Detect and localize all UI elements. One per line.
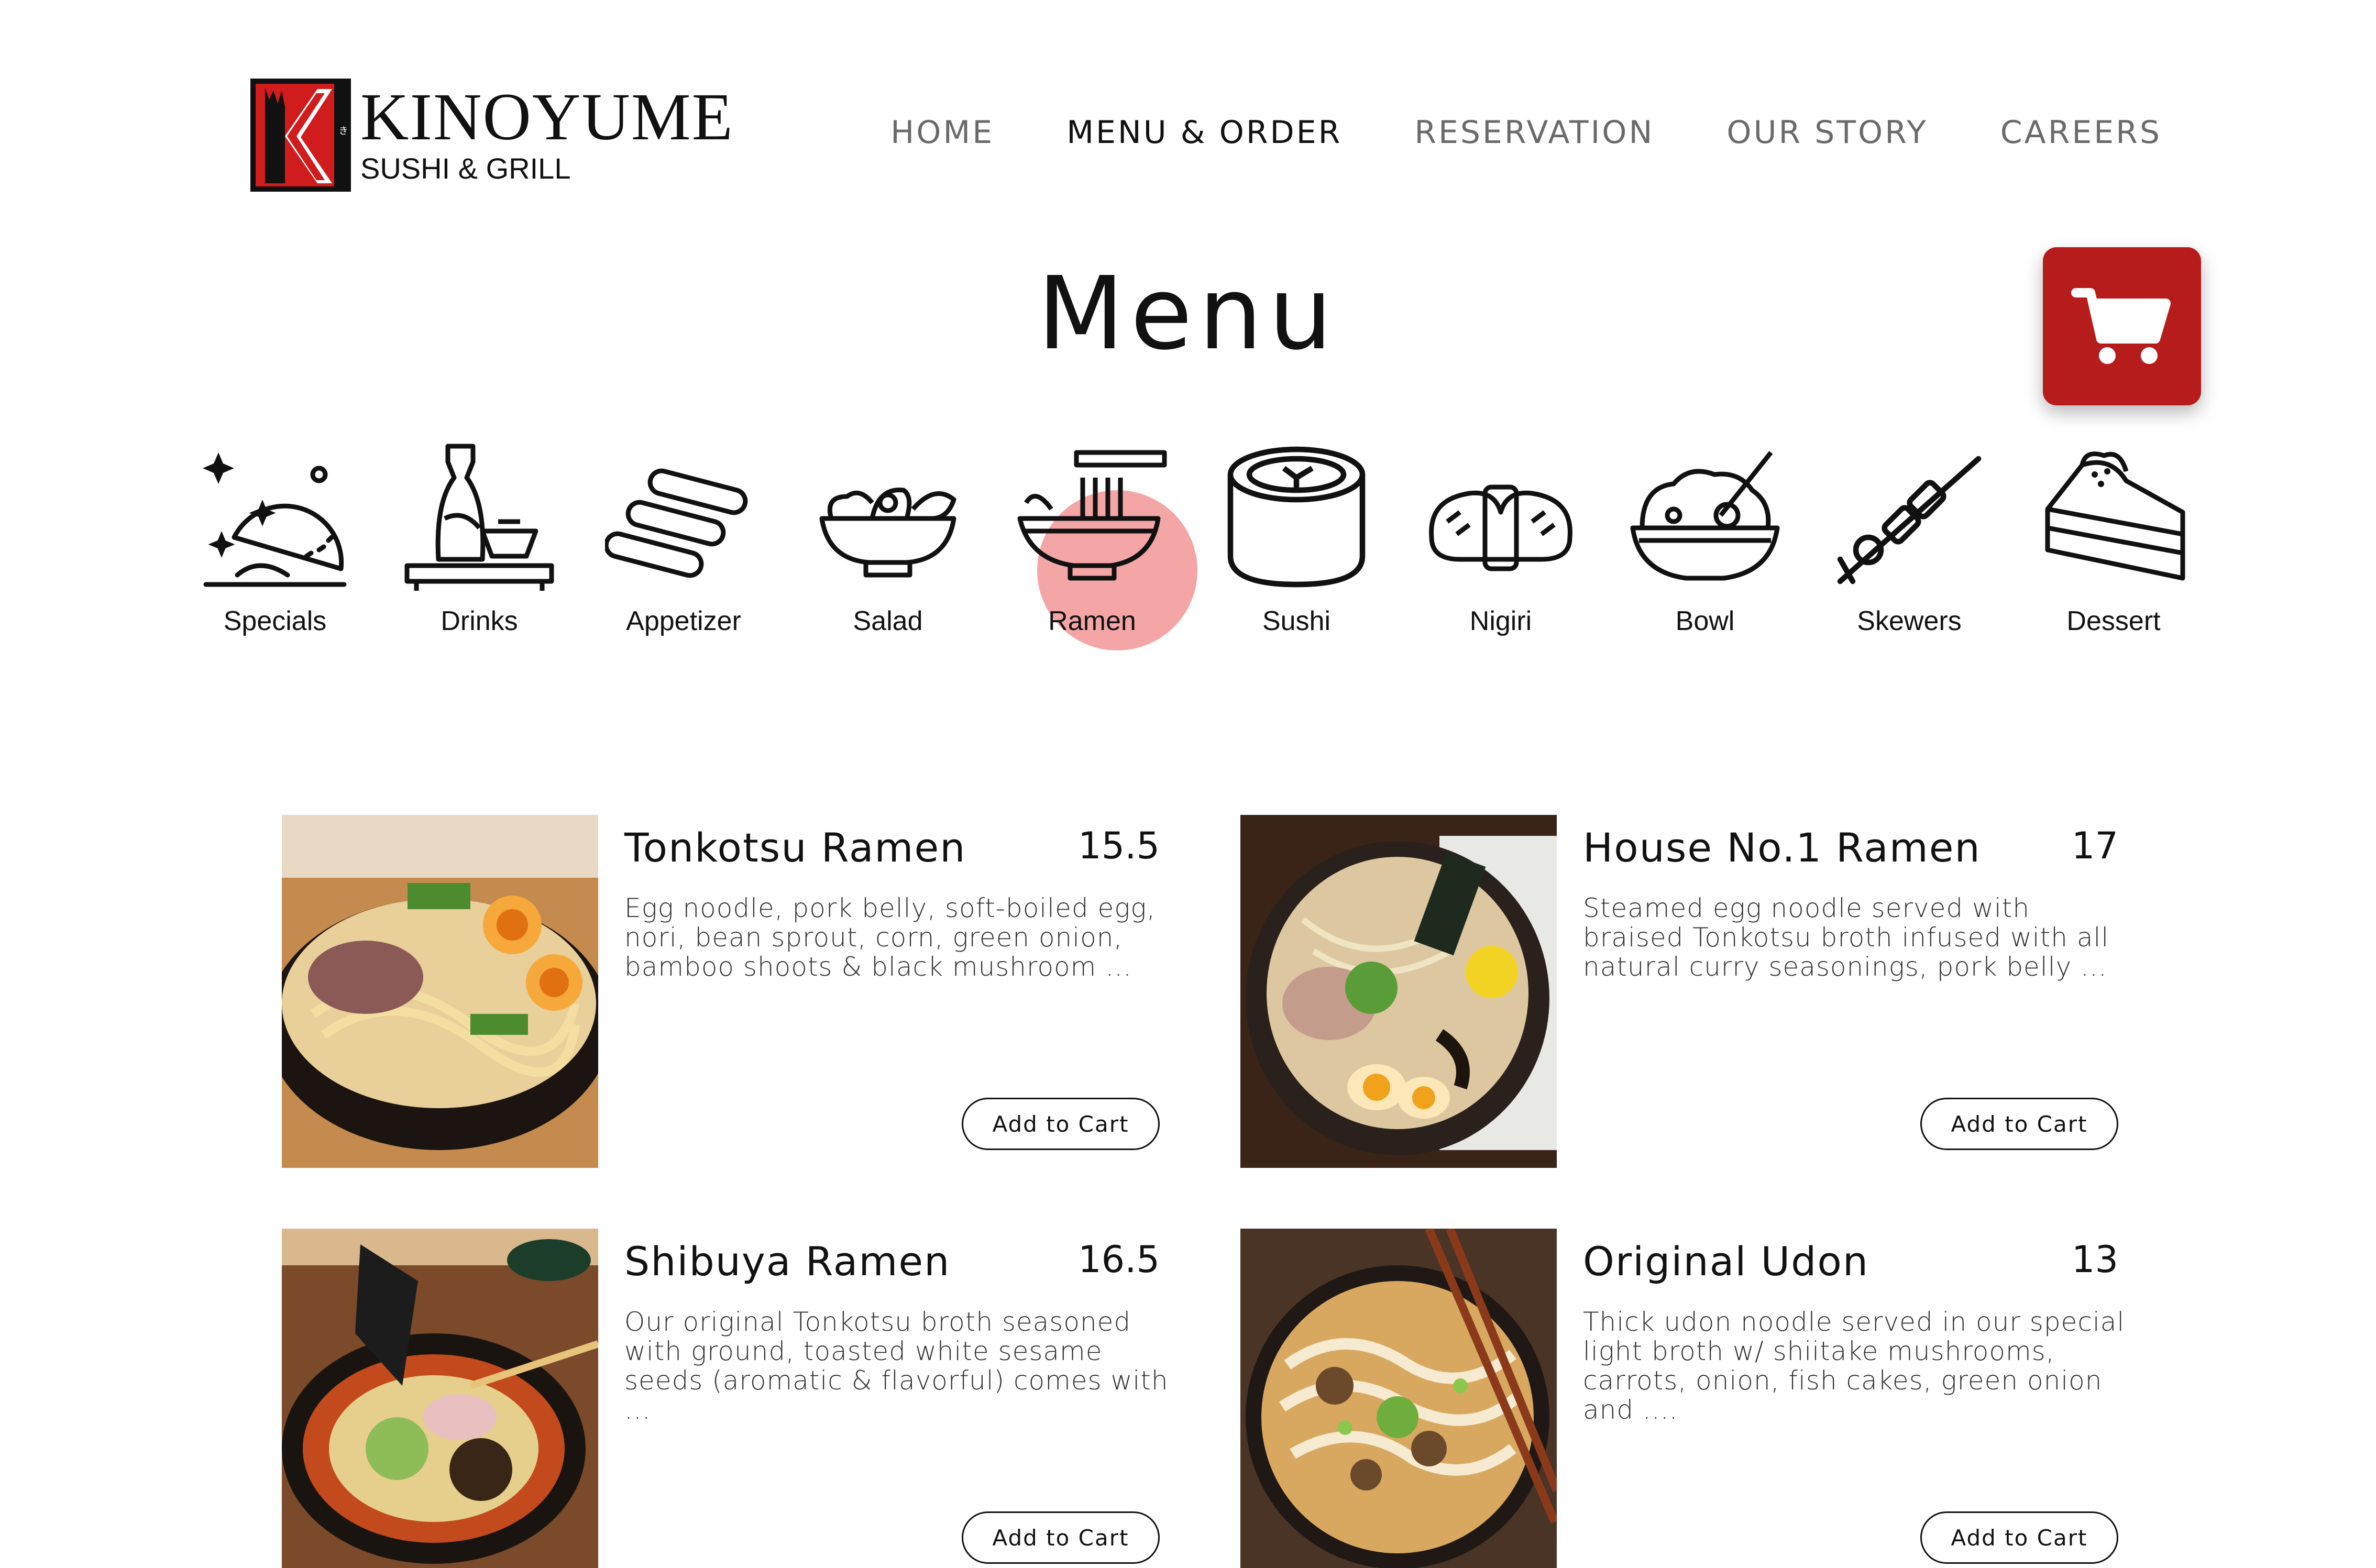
category-skewers[interactable]: Skewers [1807,440,2011,660]
ramen-bowl-icon [1017,450,1167,581]
category-bar: Specials Drinks Appetizer Salad Ramen Su… [173,440,2216,660]
nav-reservation[interactable]: RESERVATION [1414,114,1654,151]
menu-item-card: Tonkotsu Ramen 15.5 Egg noodle, pork bel… [282,815,1160,1168]
menu-item-photo[interactable] [282,1229,598,1568]
menu-item-photo[interactable] [1240,1229,1557,1568]
add-to-cart-button[interactable]: Add to Cart [1920,1098,2118,1150]
category-label: Salad [853,606,923,636]
menu-item-description: Our original Tonkotsu broth seasoned wit… [624,1307,1169,1425]
menu-item-name: Shibuya Ramen [624,1238,951,1285]
category-label: Bowl [1675,606,1735,636]
category-dessert[interactable]: Dessert [2011,440,2216,660]
salad-bowl-icon [819,487,956,578]
brand-subtitle: SUSHI & GRILL [360,151,571,185]
spring-roll-icon [605,468,748,578]
category-label: Dessert [2066,606,2161,636]
menu-item-price: 17 [2071,824,2118,867]
category-label: Sushi [1262,606,1331,636]
category-label: Ramen [1048,606,1136,636]
shopping-cart-icon [2071,288,2171,364]
logo-mark-icon: き [250,79,351,192]
skewer-icon [1837,456,1982,584]
cake-slice-icon [2045,451,2185,581]
nigiri-icon [1429,484,1572,571]
nav-menu-order[interactable]: MENU & ORDER [1066,114,1342,151]
category-salad[interactable]: Salad [786,440,990,660]
cloche-icon [203,452,347,587]
menu-item-photo[interactable] [282,815,598,1168]
menu-item-price: 16.5 [1078,1238,1160,1281]
main-nav: HOME MENU & ORDER RESERVATION OUR STORY … [818,114,2162,151]
brand-name: KINOYUME [360,79,734,154]
category-ramen[interactable]: Ramen [990,440,1197,660]
category-label: Drinks [441,606,518,636]
category-label: Appetizer [626,606,741,636]
add-to-cart-button[interactable]: Add to Cart [962,1511,1160,1564]
menu-item-description: Steamed egg noodle served with braised T… [1583,893,2109,982]
category-sushi[interactable]: Sushi [1194,440,1399,660]
category-label: Nigiri [1469,606,1532,636]
nav-home[interactable]: HOME [890,114,994,151]
category-label: Skewers [1857,606,1962,636]
svg-text:き: き [337,126,348,135]
page-title: Menu [1037,256,1339,372]
add-to-cart-button[interactable]: Add to Cart [962,1098,1160,1150]
category-drinks[interactable]: Drinks [377,440,581,660]
menu-item-price: 15.5 [1078,824,1160,867]
menu-item-description: Thick udon noodle served in our special … [1583,1307,2125,1425]
nav-our-story[interactable]: OUR STORY [1726,114,1928,151]
menu-item-card: Shibuya Ramen 16.5 Our original Tonkotsu… [282,1229,1168,1568]
add-to-cart-button[interactable]: Add to Cart [1920,1511,2118,1564]
rice-bowl-icon [1630,451,1780,581]
menu-item-card: Original Udon 13 Thick udon noodle serve… [1240,1229,2124,1568]
sushi-roll-icon [1227,446,1366,588]
sake-bottle-icon [404,444,554,591]
menu-item-card: House No.1 Ramen 17 Steamed egg noodle s… [1240,815,2118,1168]
nav-careers[interactable]: CAREERS [2000,114,2162,151]
menu-item-price: 13 [2071,1238,2118,1281]
category-label: Specials [223,606,327,636]
category-bowl[interactable]: Bowl [1603,440,1807,660]
category-specials[interactable]: Specials [173,440,377,660]
menu-item-photo[interactable] [1240,815,1557,1168]
category-appetizer[interactable]: Appetizer [581,440,786,660]
menu-item-name: Original Udon [1583,1238,1869,1285]
brand-logo[interactable]: き KINOYUME SUSHI & GRILL [250,79,734,192]
menu-item-name: House No.1 Ramen [1583,824,1981,871]
menu-item-name: Tonkotsu Ramen [624,824,966,871]
cart-button[interactable] [2043,247,2201,405]
menu-item-description: Egg noodle, pork belly, soft-boiled egg,… [624,893,1156,982]
category-nigiri[interactable]: Nigiri [1399,440,1603,660]
